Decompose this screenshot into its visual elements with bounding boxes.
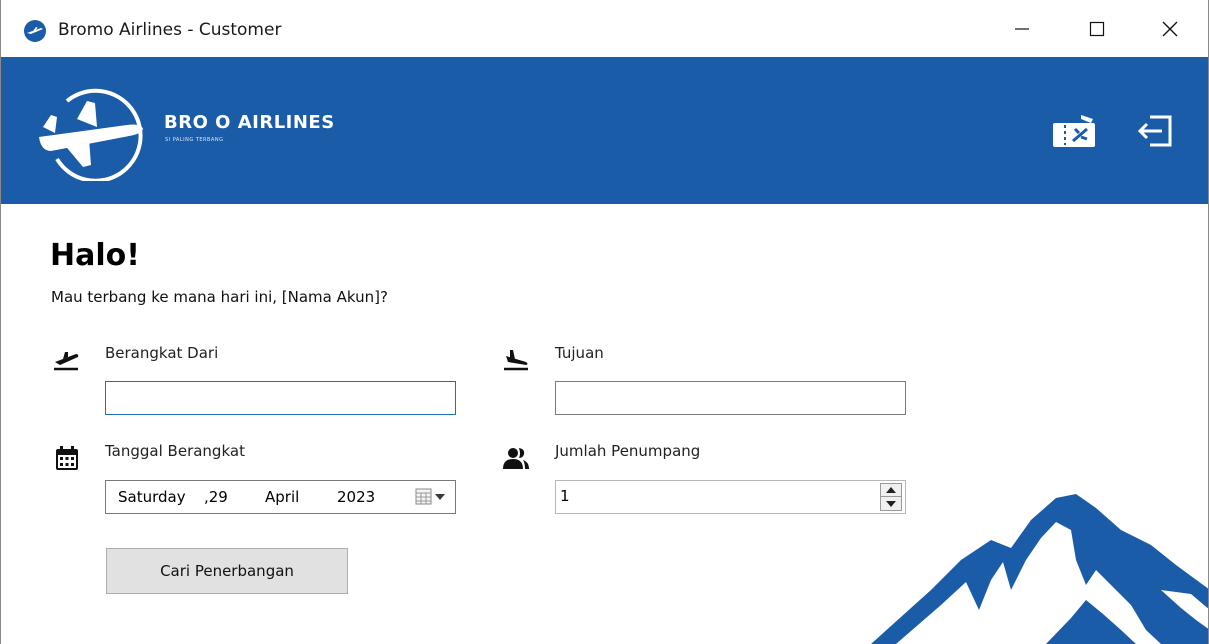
maximize-button[interactable]: [1062, 0, 1132, 57]
search-flights-button[interactable]: Cari Penerbangan: [106, 548, 348, 594]
ticket-icon[interactable]: [1051, 111, 1097, 151]
date-picker[interactable]: Saturday ,29 April 2023: [105, 480, 456, 514]
minimize-button[interactable]: [987, 0, 1057, 57]
date-weekday[interactable]: Saturday: [118, 488, 186, 506]
plane-arrival-icon: [504, 350, 528, 371]
to-input[interactable]: [555, 381, 906, 415]
from-input[interactable]: [105, 381, 456, 415]
calendar-dropdown-icon[interactable]: [412, 486, 452, 508]
brand-name: BRO O AIRLINES: [164, 112, 335, 133]
logout-icon[interactable]: [1134, 111, 1180, 151]
date-label: Tanggal Berangkat: [105, 442, 245, 460]
from-label: Berangkat Dari: [105, 344, 219, 362]
date-month[interactable]: April: [265, 488, 299, 506]
date-day[interactable]: ,29: [204, 488, 228, 506]
mountain-decoration-icon: [871, 494, 1208, 644]
date-year[interactable]: 2023: [337, 488, 375, 506]
close-button[interactable]: [1135, 0, 1205, 57]
maximize-icon: [1089, 21, 1105, 36]
passengers-label: Jumlah Penumpang: [555, 442, 701, 460]
greeting-title: Halo!: [50, 238, 140, 273]
passengers-icon: [503, 448, 529, 469]
close-icon: [1162, 21, 1178, 36]
plane-departure-icon: [54, 352, 79, 371]
calendar-icon: [56, 446, 78, 470]
airline-logo-icon: [39, 88, 143, 181]
brand-tagline: SI PALING TERBANG: [165, 137, 224, 143]
title-bar: Bromo Airlines - Customer: [1, 0, 1208, 57]
app-logo-icon: [24, 20, 46, 42]
passengers-value[interactable]: 1: [560, 487, 570, 505]
minimize-icon: [1015, 27, 1029, 30]
app-header: BRO O AIRLINES SI PALING TERBANG: [1, 57, 1208, 204]
passengers-spinner[interactable]: 1: [555, 480, 906, 514]
app-window: Bromo Airlines - Customer BRO O AIRLINES…: [0, 0, 1209, 644]
greeting-subtitle: Mau terbang ke mana hari ini, [Nama Akun…: [51, 288, 388, 306]
to-label: Tujuan: [555, 344, 604, 362]
window-title: Bromo Airlines - Customer: [58, 20, 282, 40]
